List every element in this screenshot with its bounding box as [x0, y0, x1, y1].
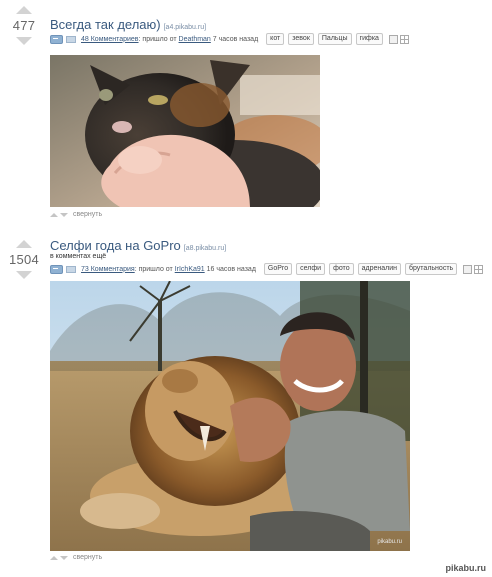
mini-upvote-icon[interactable] — [50, 555, 58, 560]
post-rating: 477 — [12, 18, 36, 33]
tag[interactable]: адреналин — [357, 263, 401, 275]
post-domain: [a8.pikabu.ru] — [183, 245, 227, 252]
upvote-arrow-icon[interactable] — [16, 240, 32, 248]
tag[interactable]: зевок — [288, 33, 314, 45]
comments-icon[interactable] — [50, 34, 63, 44]
tag[interactable]: кот — [266, 33, 285, 45]
vote-column: 477 — [8, 6, 40, 45]
author-link[interactable]: Deathman — [179, 36, 211, 43]
image-watermark: pikabu.ru — [377, 539, 402, 545]
tag[interactable]: фото — [329, 263, 354, 275]
comments-link[interactable]: 73 Комментария — [81, 266, 135, 273]
post-title[interactable]: Всегда так делаю) — [50, 17, 161, 32]
post-title-row: Всегда так делаю) [a4.pikabu.ru] — [50, 16, 206, 34]
post-time: 16 часов назад — [206, 265, 256, 273]
comments-link[interactable]: 48 Комментариев — [81, 36, 139, 43]
post-domain: [a4.pikabu.ru] — [163, 24, 207, 31]
post-time: 7 часов назад — [212, 35, 259, 43]
mini-downvote-icon[interactable] — [60, 212, 68, 217]
grid-icon[interactable] — [399, 34, 409, 44]
post-gif-cat[interactable] — [50, 55, 320, 207]
lion-selfie-image — [50, 281, 410, 551]
post-footer: свернуть — [50, 211, 102, 218]
cat-image — [50, 55, 320, 207]
post-title[interactable]: Селфи года на GoPro — [50, 238, 181, 253]
tag[interactable]: GoPro — [263, 263, 293, 275]
collapse-link[interactable]: свернуть — [73, 554, 102, 561]
save-icon[interactable] — [388, 34, 398, 44]
post-subtitle: в комментах ещё — [50, 253, 107, 260]
post-info-row: 48 Комментариев : пришло от Deathman 7 ч… — [50, 33, 409, 45]
downvote-arrow-icon[interactable] — [16, 37, 32, 45]
comments-badge-icon — [66, 35, 76, 43]
tag[interactable]: селфи — [296, 263, 326, 275]
post-rating: 1504 — [8, 252, 40, 267]
comments-icon[interactable] — [50, 264, 63, 274]
author-link[interactable]: IrIchKa91 — [175, 266, 205, 273]
posted-by-text: : пришло от — [134, 265, 173, 273]
upvote-arrow-icon[interactable] — [16, 6, 32, 14]
tag[interactable]: гифка — [355, 33, 383, 45]
mini-upvote-icon[interactable] — [50, 212, 58, 217]
site-watermark: pikabu.ru — [445, 563, 486, 573]
collapse-link[interactable]: свернуть — [73, 211, 102, 218]
downvote-arrow-icon[interactable] — [16, 271, 32, 279]
post-image-lion-selfie[interactable]: pikabu.ru — [50, 281, 410, 551]
tag[interactable]: брутальность — [404, 263, 458, 275]
post-info-row: 73 Комментария : пришло от IrIchKa91 16 … — [50, 263, 484, 275]
vote-column: 1504 — [8, 240, 40, 279]
post-1: 477 Всегда так делаю) [a4.pikabu.ru] 48 К… — [0, 0, 492, 230]
grid-icon[interactable] — [474, 264, 484, 274]
posted-by-text: : пришло от — [138, 35, 177, 43]
post-footer: свернуть — [50, 554, 102, 561]
post-2: 1504 Селфи года на GoPro [a8.pikabu.ru] в… — [0, 232, 492, 567]
mini-downvote-icon[interactable] — [60, 555, 68, 560]
tag[interactable]: Пальцы — [317, 33, 352, 45]
save-icon[interactable] — [463, 264, 473, 274]
comments-badge-icon — [66, 265, 76, 273]
